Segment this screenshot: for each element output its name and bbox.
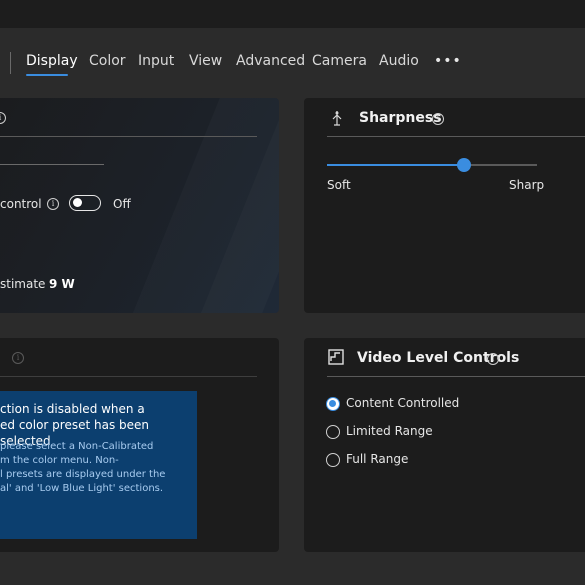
radio-label[interactable]: Limited Range — [346, 424, 433, 438]
notice-body: please select a Non-Calibrated m the col… — [0, 441, 166, 494]
panel-divider — [327, 376, 585, 377]
tab-color[interactable]: Color — [89, 53, 126, 69]
tab-camera[interactable]: Camera — [312, 53, 367, 69]
tab-audio[interactable]: Audio — [379, 53, 419, 69]
info-icon[interactable]: i — [487, 353, 499, 365]
active-tab-indicator — [26, 74, 68, 76]
slider-fill — [327, 164, 464, 166]
info-icon[interactable]: i — [432, 113, 444, 125]
disabled-notice-box: ction is disabled when a ed color preset… — [0, 391, 197, 539]
info-icon[interactable]: i — [47, 198, 59, 210]
control-toggle[interactable] — [69, 195, 101, 211]
power-estimate-label: stimate : — [0, 277, 54, 291]
info-icon[interactable]: i — [12, 352, 24, 364]
radio-limited-range[interactable] — [326, 425, 340, 439]
control-label: control — [0, 197, 42, 211]
slider-thumb[interactable] — [456, 158, 471, 172]
panel-divider — [0, 136, 257, 137]
tab-advanced[interactable]: Advanced — [236, 53, 305, 69]
tab-input[interactable]: Input — [138, 53, 174, 69]
toggle-knob — [73, 198, 82, 207]
tab-view[interactable]: View — [189, 53, 222, 69]
slider-track[interactable] — [0, 164, 104, 165]
slider-max-label: Sharp — [509, 178, 545, 192]
radio-label[interactable]: Content Controlled — [346, 396, 459, 410]
video-level-panel — [304, 338, 585, 552]
power-estimate-value: 9 W — [49, 277, 75, 291]
panel-divider — [327, 136, 585, 137]
sharpness-slider[interactable] — [327, 158, 537, 172]
video-level-icon — [328, 349, 344, 365]
sharpness-title: Sharpness — [359, 110, 442, 126]
more-menu-icon[interactable]: ••• — [434, 53, 462, 69]
toggle-state-label: Off — [113, 197, 131, 211]
slider-min-label: Soft — [327, 178, 351, 192]
window-title-bar — [0, 0, 585, 28]
panel-divider — [0, 376, 257, 377]
radio-content-controlled[interactable] — [326, 397, 340, 411]
radio-label[interactable]: Full Range — [346, 452, 408, 466]
sharpness-icon — [332, 111, 342, 126]
sharpness-panel — [304, 98, 585, 313]
radio-full-range[interactable] — [326, 453, 340, 467]
tab-display[interactable]: Display — [26, 53, 78, 69]
nav-divider — [10, 52, 11, 74]
